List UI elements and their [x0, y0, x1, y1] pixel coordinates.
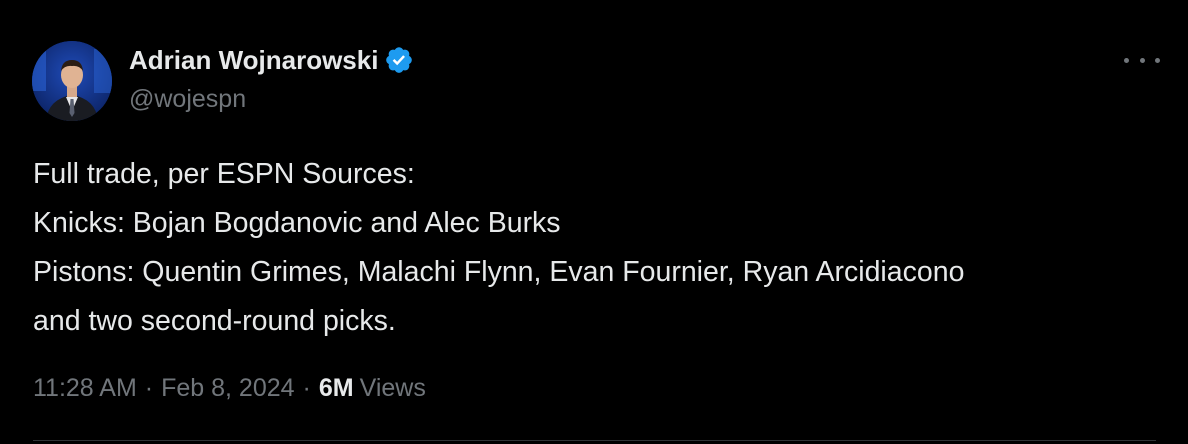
tweet-text-line: Knicks: Bojan Bogdanovic and Alec Burks — [33, 207, 561, 239]
tweet-text-line: and two second-round picks. — [33, 305, 396, 337]
tweet-date[interactable]: Feb 8, 2024 — [161, 374, 294, 403]
more-dot — [1139, 57, 1145, 63]
tweet-text: Full trade, per ESPN Sources: Knicks: Bo… — [33, 150, 1173, 346]
author-display-name[interactable]: Adrian Wojnarowski — [129, 45, 378, 76]
more-horizontal-icon[interactable] — [1124, 48, 1160, 72]
meta-separator: · — [144, 374, 154, 402]
meta-separator: · — [302, 374, 311, 402]
verified-badge-icon[interactable] — [384, 45, 414, 75]
more-dot — [1124, 57, 1129, 63]
views-label[interactable]: Views — [360, 374, 426, 403]
views-count[interactable]: 6M — [319, 374, 354, 403]
tweet-text-line: Pistons: Quentin Grimes, Malachi Flynn, … — [33, 256, 965, 288]
tweet-meta: 11:28 AM · Feb 8, 2024 · 6M Views — [33, 374, 426, 403]
author-name-row[interactable]: Adrian Wojnarowski — [129, 44, 414, 76]
avatar[interactable] — [32, 41, 112, 121]
author-handle[interactable]: @wojespn — [129, 85, 246, 114]
tweet-time[interactable]: 11:28 AM — [33, 374, 137, 403]
avatar-image — [32, 41, 112, 121]
tweet-text-line: Full trade, per ESPN Sources: — [33, 158, 415, 190]
tweet-card: Adrian Wojnarowski @wojespn Full trade, … — [0, 0, 1188, 444]
more-dot — [1155, 57, 1160, 63]
divider — [33, 440, 1156, 441]
